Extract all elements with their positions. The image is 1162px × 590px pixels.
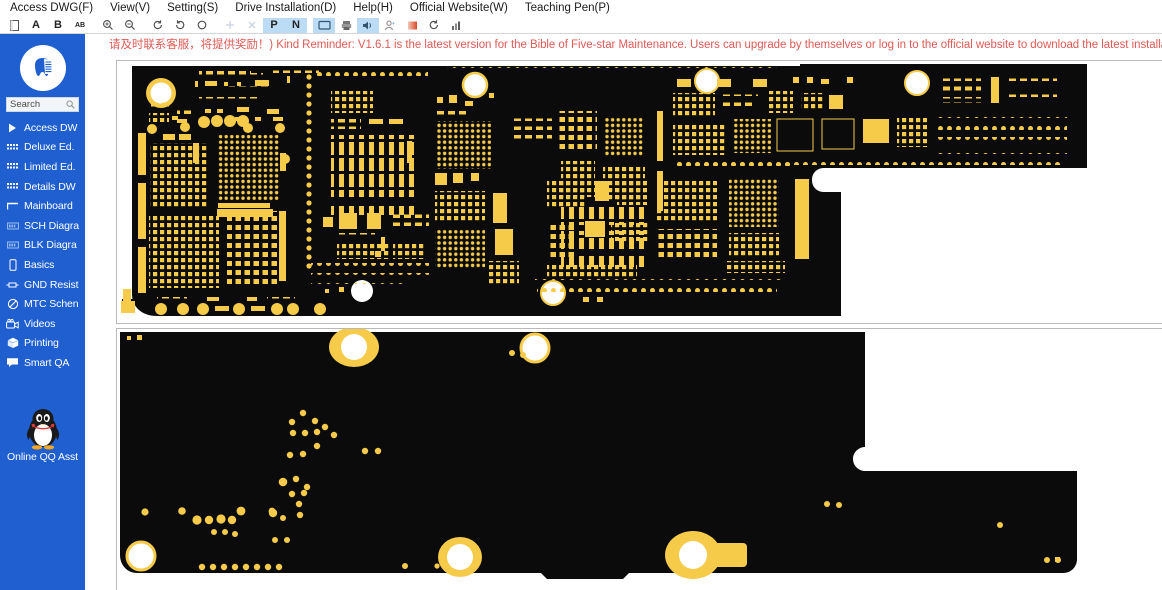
board-icon (6, 200, 19, 213)
sidebar-item-label: GND Resist (24, 278, 79, 291)
sidebar-item-sch-diagram[interactable]: SCH Diagra (0, 216, 85, 236)
pcb-outline-back (120, 332, 1077, 579)
sidebar: Search Access DW Deluxe Ed. Limited Ed. … (0, 34, 85, 590)
pcb-front-label: P (270, 19, 278, 31)
chart-icon[interactable] (445, 18, 467, 33)
pcb-back-button[interactable]: N (285, 17, 307, 33)
app-logo-icon (19, 45, 66, 91)
printer-box-icon (6, 337, 19, 350)
sidebar-item-label: Deluxe Ed. (24, 141, 75, 154)
phone-icon (6, 258, 19, 271)
sidebar-item-gnd-resist[interactable]: GND Resist (0, 275, 85, 295)
sidebar-item-mtc-schematic[interactable]: MTC Schen (0, 294, 85, 314)
grid-icon (6, 141, 19, 154)
menu-item-setting[interactable]: Setting(S) (159, 0, 227, 17)
menu-item-view[interactable]: View(V) (102, 0, 159, 17)
sidebar-item-label: SCH Diagra (24, 219, 80, 232)
color-palette-icon[interactable] (401, 18, 423, 33)
sidebar-item-smart-qa[interactable]: Smart QA (0, 353, 85, 373)
sidebar-item-printing[interactable]: Printing (0, 334, 85, 354)
sidebar-item-label: Basics (24, 258, 55, 271)
qq-caption: Online QQ Asst (7, 451, 78, 463)
play-triangle-icon (6, 121, 19, 134)
rotate-right-icon[interactable] (169, 18, 191, 33)
search-placeholder: Search (10, 99, 41, 110)
sidebar-item-label: Smart QA (24, 356, 70, 369)
pcb-front-view-panel[interactable] (116, 60, 1162, 324)
resistor-icon (6, 278, 19, 291)
zoom-in-icon[interactable] (97, 18, 119, 33)
pcb-front-drawing (121, 64, 1087, 316)
sidebar-item-mainboard[interactable]: Mainboard (0, 196, 85, 216)
sidebar-item-deluxe-ed[interactable]: Deluxe Ed. (0, 138, 85, 158)
grid-icon (6, 180, 19, 193)
menu-item-help[interactable]: Help(H) (345, 0, 402, 17)
sidebar-item-access-dw[interactable]: Access DW (0, 118, 85, 138)
menu-item-access-dwg[interactable]: Access DWG(F) (2, 0, 102, 17)
content-area: 请及时联系客服，将提供奖励！) Kind Reminder: V1.6.1 is… (85, 34, 1162, 590)
text-a-label: A (32, 19, 40, 31)
schematic-icon (6, 219, 19, 232)
sidebar-item-limited-ed[interactable]: Limited Ed. (0, 157, 85, 177)
pcb-back-view-panel[interactable] (116, 328, 1162, 590)
text-ab-icon[interactable]: AB (69, 18, 91, 33)
sidebar-item-label: MTC Schen (24, 298, 79, 311)
remove-icon[interactable] (241, 18, 263, 33)
menu-item-official-website[interactable]: Official Website(W) (402, 0, 517, 17)
sidebar-item-label: Access DW (24, 121, 78, 134)
notice-banner: 请及时联系客服，将提供奖励！) Kind Reminder: V1.6.1 is… (109, 39, 1162, 51)
menu-item-teaching-pen[interactable]: Teaching Pen(P) (517, 0, 619, 17)
qq-penguin-icon (26, 409, 59, 450)
sidebar-nav: Access DW Deluxe Ed. Limited Ed. Details… (0, 118, 85, 373)
speaker-icon[interactable] (357, 17, 379, 33)
printer-icon[interactable] (335, 18, 357, 33)
text-a-icon[interactable]: A (25, 18, 47, 33)
toolbar: A B AB P N (0, 17, 1162, 34)
menu-item-drive-installation[interactable]: Drive Installation(D) (227, 0, 345, 17)
fullscreen-icon[interactable] (313, 17, 335, 33)
sidebar-item-label: Limited Ed. (24, 160, 76, 173)
text-b-icon[interactable]: B (47, 18, 69, 33)
sidebar-item-videos[interactable]: Videos (0, 314, 85, 334)
reset-rotation-icon[interactable] (191, 18, 213, 33)
text-ab-label: AB (74, 21, 86, 29)
sidebar-item-basics[interactable]: Basics (0, 255, 85, 275)
sidebar-item-label: Details DW (24, 180, 76, 193)
menu-bar: Access DWG(F) View(V) Setting(S) Drive I… (0, 0, 1162, 17)
sidebar-item-label: Printing (24, 337, 59, 350)
refresh-icon[interactable] (423, 18, 445, 33)
sidebar-item-details-dw[interactable]: Details DW (0, 177, 85, 197)
text-b-label: B (54, 19, 62, 31)
schematic-icon (6, 239, 19, 252)
online-qq-assistant[interactable]: Online QQ Asst (0, 405, 85, 463)
no-entry-icon (6, 298, 19, 311)
sidebar-item-label: Videos (24, 317, 56, 330)
chat-bubble-icon (6, 356, 19, 369)
app-shell: Search Access DW Deluxe Ed. Limited Ed. … (0, 34, 1162, 590)
search-icon (66, 100, 75, 109)
pcb-back-drawing (120, 329, 1077, 579)
sidebar-item-blk-diagram[interactable]: BLK Diagra (0, 236, 85, 256)
grid-icon (6, 160, 19, 173)
video-icon (6, 317, 19, 330)
rotate-left-icon[interactable] (147, 18, 169, 33)
search-input[interactable]: Search (6, 97, 79, 112)
pcb-back-label: N (292, 19, 300, 31)
new-document-icon[interactable] (3, 18, 25, 33)
pcb-front-button[interactable]: P (263, 17, 285, 33)
user-account-icon[interactable] (379, 18, 401, 33)
sidebar-item-label: BLK Diagra (24, 239, 77, 252)
sidebar-item-label: Mainboard (24, 200, 73, 213)
zoom-out-icon[interactable] (119, 18, 141, 33)
add-icon[interactable] (219, 18, 241, 33)
